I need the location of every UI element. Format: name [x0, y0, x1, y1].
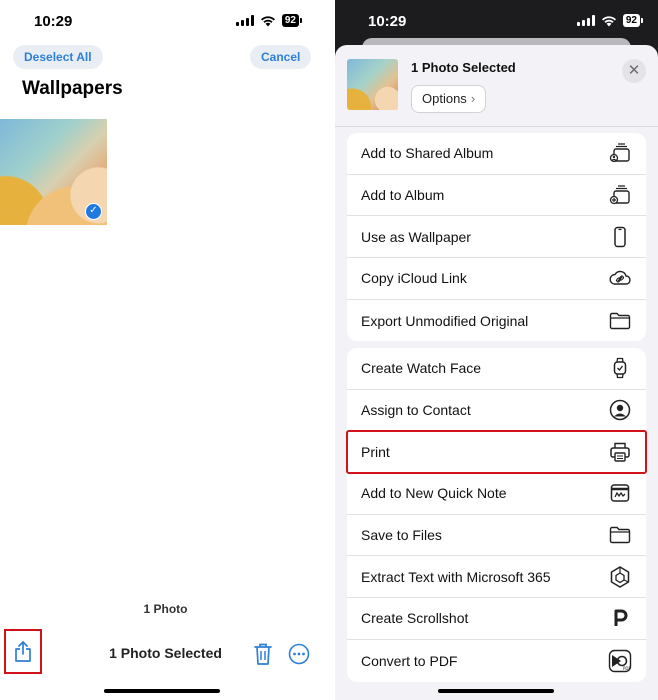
action-label: Assign to Contact [361, 402, 471, 419]
action-print[interactable]: Print [346, 430, 647, 475]
battery-icon: 92 [622, 14, 644, 27]
home-indicator [438, 689, 554, 693]
options-label: Options [422, 91, 467, 106]
watch-icon [608, 356, 632, 380]
cellular-signal-icon [576, 15, 595, 26]
actions-group-1: Add to Shared Album Add to Album Use as … [347, 133, 646, 342]
more-options-icon[interactable] [288, 643, 310, 665]
action-create-scrollshot[interactable]: Create Scrollshot [347, 598, 646, 640]
picsew-icon [608, 606, 632, 630]
action-extract-text-microsoft-365[interactable]: Extract Text with Microsoft 365 [347, 556, 646, 599]
action-label: Convert to PDF [361, 652, 458, 669]
wifi-icon [260, 15, 275, 26]
action-convert-to-pdf[interactable]: Convert to PDF PDF [347, 640, 646, 682]
cancel-button[interactable]: Cancel [250, 45, 312, 69]
action-add-to-album[interactable]: Add to Album [347, 175, 646, 217]
pdf-icon: PDF [608, 649, 632, 673]
action-assign-to-contact[interactable]: Assign to Contact [347, 390, 646, 432]
actions-group-2: Create Watch Face Assign to Contact Prin… [346, 348, 647, 682]
photo-thumbnail[interactable]: ✓ [0, 119, 107, 225]
quick-note-icon [608, 481, 632, 505]
close-icon: ✕ [627, 62, 641, 79]
status-time: 10:29 [34, 13, 73, 30]
folder-icon [608, 309, 632, 333]
phone-icon [608, 225, 632, 249]
options-button[interactable]: Options › [411, 85, 487, 113]
microsoft-365-icon [608, 565, 632, 589]
printer-icon [608, 440, 632, 464]
cloud-link-icon [608, 266, 632, 290]
share-sheet: 1 Photo Selected Options › ✕ Add to Share… [335, 45, 658, 700]
left-screen: 10:29 92 Deselect All Cancel Wallpapers … [0, 0, 331, 700]
action-copy-icloud-link[interactable]: Copy iCloud Link [347, 258, 646, 300]
home-indicator [104, 689, 220, 693]
action-export-unmodified-original[interactable]: Export Unmodified Original [347, 300, 646, 342]
add-album-icon [608, 183, 632, 207]
action-label: Print [361, 443, 390, 460]
selected-photo-preview [347, 59, 398, 110]
deselect-all-button[interactable]: Deselect All [13, 45, 103, 69]
action-add-to-shared-album[interactable]: Add to Shared Album [347, 133, 646, 175]
svg-text:PDF: PDF [623, 666, 631, 671]
selection-title: 1 Photo Selected [109, 645, 222, 661]
status-bar: 10:29 92 [0, 0, 331, 44]
action-label: Use as Wallpaper [361, 228, 471, 245]
battery-icon: 92 [281, 14, 303, 27]
action-create-watch-face[interactable]: Create Watch Face [347, 348, 646, 390]
close-button[interactable]: ✕ [622, 59, 646, 83]
action-add-to-new-quick-note[interactable]: Add to New Quick Note [347, 473, 646, 515]
photo-count-label: 1 Photo [143, 602, 188, 616]
action-label: Add to Album [361, 187, 445, 204]
action-label: Copy iCloud Link [361, 270, 467, 287]
action-label: Create Scrollshot [361, 610, 469, 627]
action-label: Add to Shared Album [361, 145, 494, 162]
checkmark-icon: ✓ [85, 203, 102, 220]
cellular-signal-icon [235, 15, 254, 26]
share-sheet-header: 1 Photo Selected Options › ✕ [335, 45, 658, 127]
action-label: Export Unmodified Original [361, 312, 529, 329]
wifi-icon [601, 15, 616, 26]
action-label: Add to New Quick Note [361, 485, 507, 502]
right-screen: 10:29 92 1 Photo Selected Options › ✕ Ad… [335, 0, 658, 700]
chevron-right-icon: › [470, 91, 476, 106]
folder-icon [608, 523, 632, 547]
action-use-as-wallpaper[interactable]: Use as Wallpaper [347, 216, 646, 259]
share-sheet-title: 1 Photo Selected [411, 60, 516, 75]
action-label: Save to Files [361, 527, 442, 544]
status-time: 10:29 [368, 13, 407, 30]
action-label: Extract Text with Microsoft 365 [361, 568, 551, 585]
trash-icon[interactable] [252, 642, 274, 666]
shared-album-icon [608, 141, 632, 165]
action-label: Create Watch Face [361, 360, 482, 377]
action-save-to-files[interactable]: Save to Files [347, 515, 646, 557]
album-title: Wallpapers [22, 78, 123, 99]
contact-icon [608, 398, 632, 422]
